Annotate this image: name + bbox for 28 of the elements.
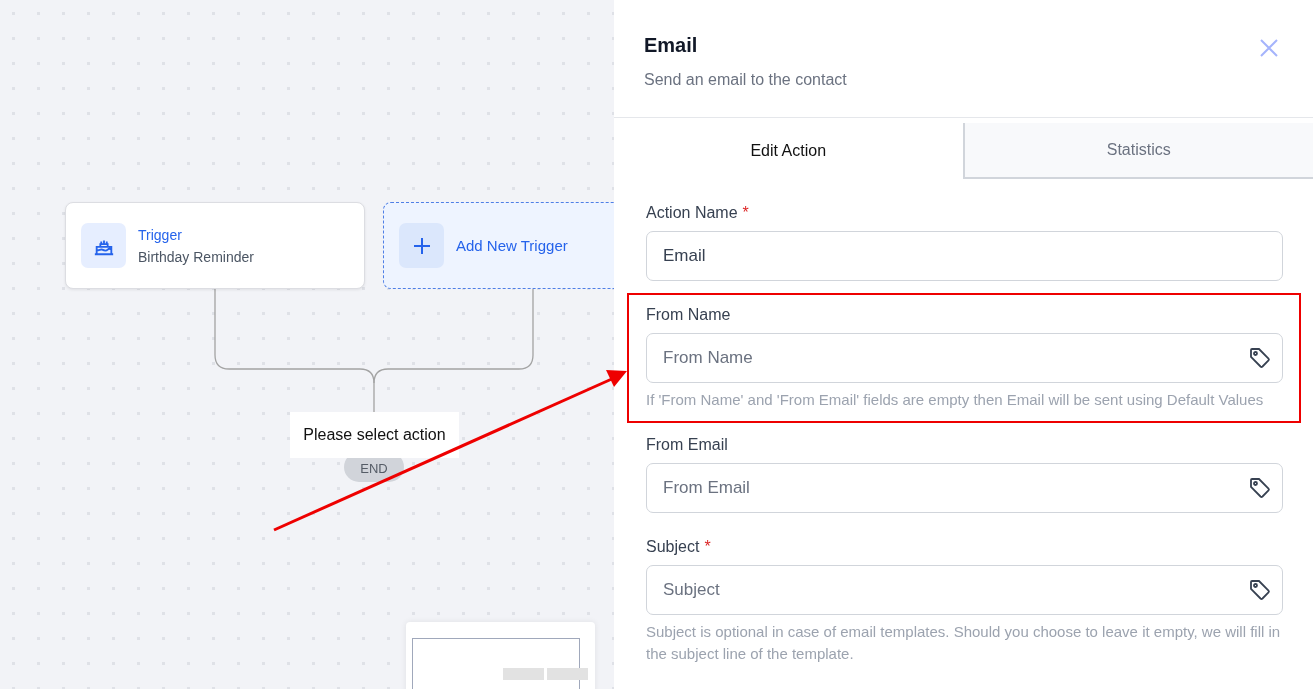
required-mark: * xyxy=(704,538,711,556)
field-label: From Name xyxy=(646,306,731,324)
panel-title: Email xyxy=(644,34,699,57)
minimap-node xyxy=(547,668,588,680)
trigger-card[interactable]: Trigger Birthday Reminder xyxy=(65,202,365,289)
tag-icon[interactable] xyxy=(1248,578,1272,602)
plus-icon xyxy=(399,223,444,268)
tag-icon[interactable] xyxy=(1248,346,1272,370)
add-trigger-card[interactable]: Add New Trigger xyxy=(383,202,614,289)
cake-icon xyxy=(81,223,126,268)
input-field[interactable]: Email xyxy=(646,231,1283,281)
tab[interactable]: Statistics xyxy=(962,123,1313,179)
input-field[interactable]: Subject xyxy=(646,565,1283,615)
action-placeholder[interactable]: Please select action xyxy=(290,412,459,458)
field-label: Subject xyxy=(646,538,700,556)
required-mark: * xyxy=(742,204,749,222)
trigger-name: Birthday Reminder xyxy=(138,248,254,265)
field-label: Action Name xyxy=(646,204,738,222)
input-field[interactable]: From Name xyxy=(646,333,1283,383)
field-hint: Subject is optional in case of email templates. Should you choose to leave it empty, we will fill in the subject line of the template. xyxy=(646,622,1282,664)
trigger-title: Trigger xyxy=(138,226,183,243)
minimap-node xyxy=(503,668,544,680)
tag-icon[interactable] xyxy=(1248,476,1272,500)
add-trigger-label: Add New Trigger xyxy=(456,237,568,254)
field-label: From Email xyxy=(646,436,728,454)
input-field[interactable]: From Email xyxy=(646,463,1283,513)
panel-subtitle: Send an email to the contact xyxy=(644,71,847,89)
field-hint: If 'From Name' and 'From Email' fields are empty then Email will be sent using Default Values xyxy=(646,390,1265,410)
